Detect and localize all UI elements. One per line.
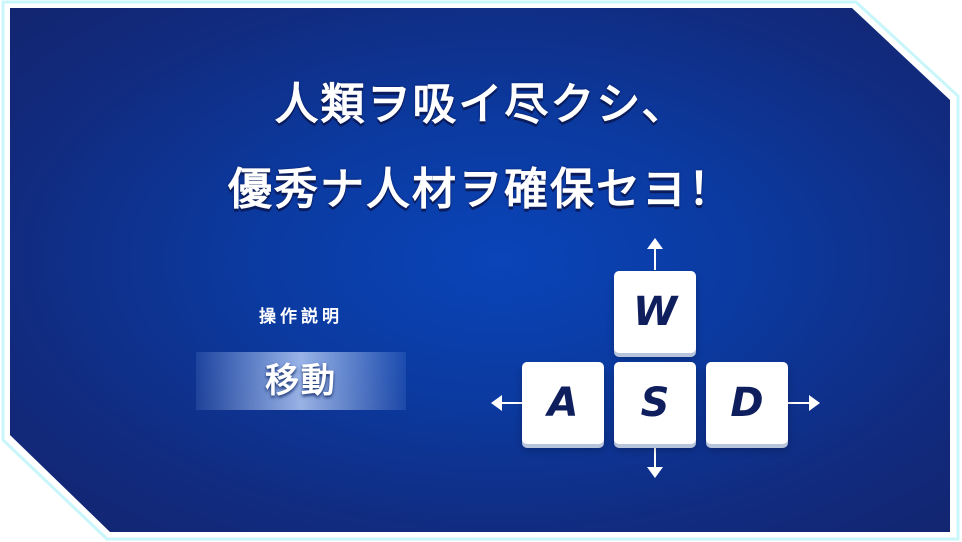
arrow-down-icon bbox=[647, 446, 663, 478]
arrow-up-icon bbox=[647, 238, 663, 270]
arrow-left-icon bbox=[491, 395, 523, 411]
arrow-right-icon bbox=[788, 395, 820, 411]
instruction-screen: 人類ヲ吸イ尽クシ、 優秀ナ人材ヲ確保セヨ！ 操作説明 移動 W A S D bbox=[0, 0, 962, 542]
headline-line-2: 優秀ナ人材ヲ確保セヨ！ bbox=[228, 164, 734, 215]
headline-line-1: 人類ヲ吸イ尽クシ、 bbox=[274, 79, 688, 130]
key-d: D bbox=[706, 362, 788, 444]
controls-title: 操作説明 bbox=[259, 307, 343, 327]
key-s: S bbox=[614, 362, 696, 444]
key-a: A bbox=[522, 362, 604, 444]
move-label: 移動 bbox=[265, 361, 337, 401]
key-w: W bbox=[614, 271, 696, 353]
